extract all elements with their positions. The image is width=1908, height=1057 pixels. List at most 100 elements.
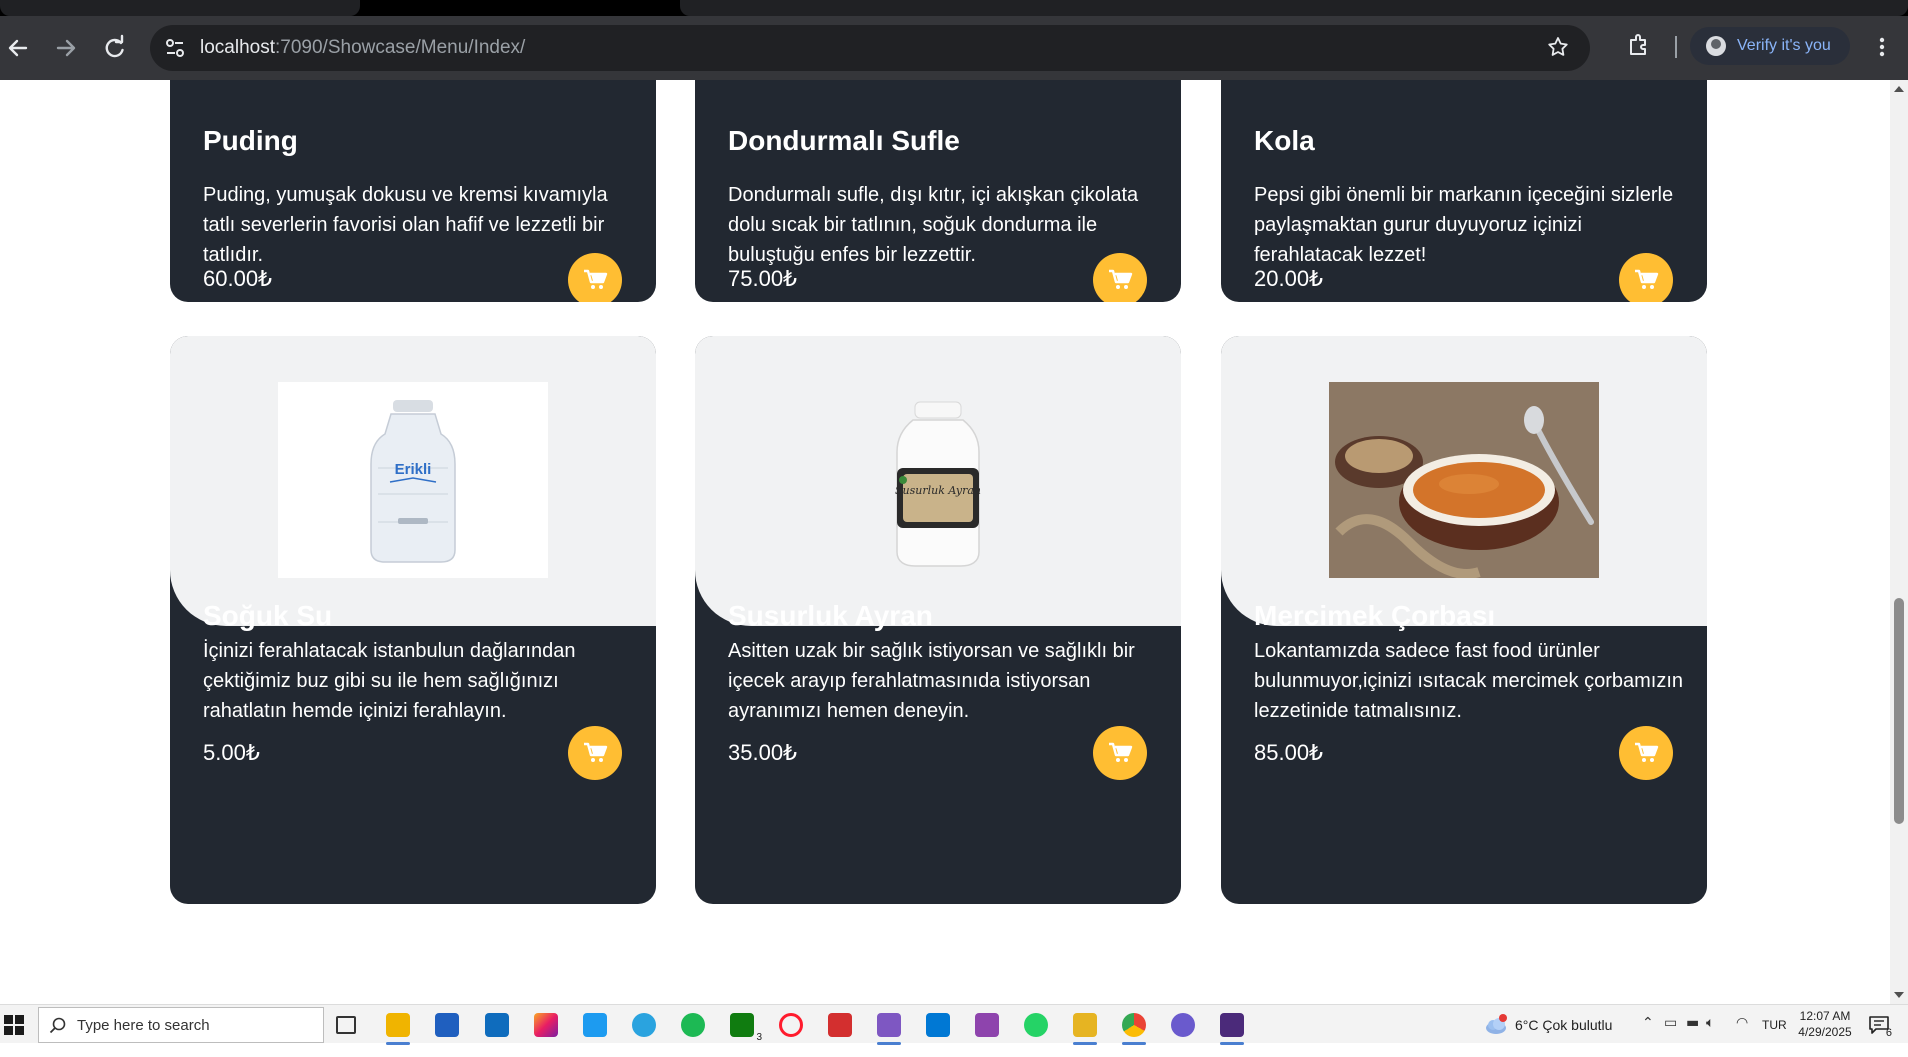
cart-icon [584,269,608,289]
menu-card-puding: Puding Puding, yumuşak dokusu ve kremsi … [170,80,656,302]
verify-label: Verify it's you [1737,37,1831,54]
scrollbar-thumb[interactable] [1894,598,1904,824]
search-placeholder: Type here to search [77,1017,210,1034]
visual-studio-icon[interactable] [877,1013,901,1045]
card-image-area: Susurluk Ayran [695,336,1181,626]
card-price: 60.00₺ [203,266,273,291]
ayran-bottle-image: Susurluk Ayran [803,382,1073,578]
xbox-icon[interactable]: 3 [730,1013,762,1043]
cart-icon [1635,269,1659,289]
tor-browser-icon[interactable] [1171,1013,1195,1037]
add-to-cart-button[interactable] [1619,726,1673,780]
taskbar-clock[interactable]: 12:07 AM 4/29/2025 [1790,1008,1860,1040]
card-title: Soğuk Su [203,600,333,631]
card-description: Puding, yumuşak dokusu ve kremsi kıvamıy… [203,184,608,266]
show-hidden-icons-chevron-icon[interactable]: ⌃ [1642,1015,1654,1031]
search-icon [49,1017,66,1034]
card-price: 5.00₺ [203,740,260,765]
page-scrollbar[interactable] [1890,80,1908,1004]
card-title: Susurluk Ayran [728,600,933,631]
add-to-cart-button[interactable] [1619,253,1673,302]
battery-icon[interactable]: ▬ [1686,1015,1699,1031]
xbox-badge: 3 [756,1032,762,1043]
card-image-area [1221,336,1707,626]
card-price: 20.00₺ [1254,266,1324,291]
input-language[interactable]: TUR [1762,1018,1787,1057]
file-explorer-icon[interactable] [386,1013,410,1045]
card-description: Dondurmalı sufle, dışı kıtır, içi akışka… [728,184,1139,266]
card-price: 35.00₺ [728,740,798,765]
card-description: Asitten uzak bir sağlık istiyorsan ve sa… [728,640,1135,722]
spotify-icon[interactable] [681,1013,705,1037]
url-host: localhost [200,37,275,58]
card-description: İçinizi ferahlatacak istanbulun dağların… [203,640,576,722]
menu-card-soguk-su: Erikli Soğuk Su İçinizi ferahlatacak ist… [170,336,656,904]
card-description: Lokantamızda sadece fast food ürünler bu… [1254,640,1684,722]
weather-cloud-icon[interactable] [1484,1014,1508,1036]
tab-strip [0,0,1908,16]
menu-card-dondurmali-sufle: Dondurmalı Sufle Dondurmalı sufle, dışı … [695,80,1181,302]
snipping-tool-icon[interactable] [828,1013,852,1037]
forward-icon[interactable] [52,34,80,62]
cart-icon [1109,742,1133,762]
instagram-icon[interactable] [534,1013,558,1037]
card-title: Puding [203,125,298,156]
notification-count: 6 [1885,1027,1892,1039]
extensions-icon[interactable] [1626,32,1652,58]
paint-icon[interactable] [1073,1013,1097,1045]
chrome-icon[interactable] [1122,1013,1146,1045]
verify-profile-button[interactable]: Verify it's you [1690,27,1850,65]
scroll-down-arrow-icon[interactable] [1894,992,1904,998]
menu-card-kola: Kola Pepsi gibi önemli bir markanın içec… [1221,80,1707,302]
add-to-cart-button[interactable] [568,726,622,780]
profile-avatar [1706,36,1726,56]
outlook-icon[interactable] [485,1013,509,1037]
volume-icon[interactable]: 🔈︎ [1706,1015,1714,1031]
card-title: Dondurmalı Sufle [728,125,960,156]
add-to-cart-button[interactable] [1093,726,1147,780]
clock-date: 4/29/2025 [1798,1025,1852,1039]
taskbar-search-input[interactable]: Type here to search [38,1007,324,1043]
ayran-label: Susurluk Ayran [895,484,981,497]
browser-menu-icon[interactable] [1872,33,1892,61]
add-to-cart-button[interactable] [1093,253,1147,302]
weather-text[interactable]: 6°C Çok bulutlu [1515,1017,1612,1056]
windows-taskbar: Type here to search 3 6°C Çok bulutlu ⌃ … [0,1004,1908,1045]
site-info-icon[interactable] [164,37,186,59]
card-title: Kola [1254,125,1315,156]
windows-start-icon[interactable] [4,1015,24,1035]
opera-icon[interactable] [779,1013,803,1037]
toolbar-divider [1675,36,1677,58]
whatsapp-icon[interactable] [1024,1013,1048,1037]
card-title: Mercimek Çorbası [1254,600,1496,631]
clock-time: 12:07 AM [1799,1009,1851,1023]
back-icon[interactable] [4,34,32,62]
cart-icon [584,742,608,762]
url-path: :7090/Showcase/Menu/Index/ [275,37,526,58]
url-text[interactable]: localhost:7090/Showcase/Menu/Index/ [200,37,525,59]
terminal-icon[interactable] [1220,1013,1244,1045]
microsoft-store-icon[interactable] [435,1013,459,1037]
browser-tab[interactable] [0,0,360,16]
task-view-icon[interactable] [336,1016,356,1034]
card-description: Pepsi gibi önemli bir markanın içeceğini… [1254,184,1674,266]
notification-center-icon[interactable]: 6 [1868,1015,1892,1039]
network-display-icon[interactable]: ▭ [1664,1015,1677,1031]
telegram-icon[interactable] [632,1013,656,1037]
reload-icon[interactable] [100,34,128,62]
wifi-icon[interactable]: ◠ [1736,1015,1748,1031]
address-bar[interactable]: localhost:7090/Showcase/Menu/Index/ [150,25,1590,71]
menu-card-mercimek-corbasi: Mercimek Çorbası Lokantamızda sadece fas… [1221,336,1707,904]
browser-tab[interactable] [680,0,1908,16]
twitter-icon[interactable] [583,1013,607,1037]
card-price: 75.00₺ [728,266,798,291]
lentil-soup-image [1329,382,1599,578]
visual-studio-2-icon[interactable] [975,1013,999,1037]
vscode-icon[interactable] [926,1013,950,1037]
card-price: 85.00₺ [1254,740,1324,765]
bookmark-star-icon[interactable] [1546,35,1570,59]
water-bottle-image: Erikli [278,382,548,578]
add-to-cart-button[interactable] [568,253,622,302]
scroll-up-arrow-icon[interactable] [1894,86,1904,92]
card-image-area: Erikli [170,336,656,626]
